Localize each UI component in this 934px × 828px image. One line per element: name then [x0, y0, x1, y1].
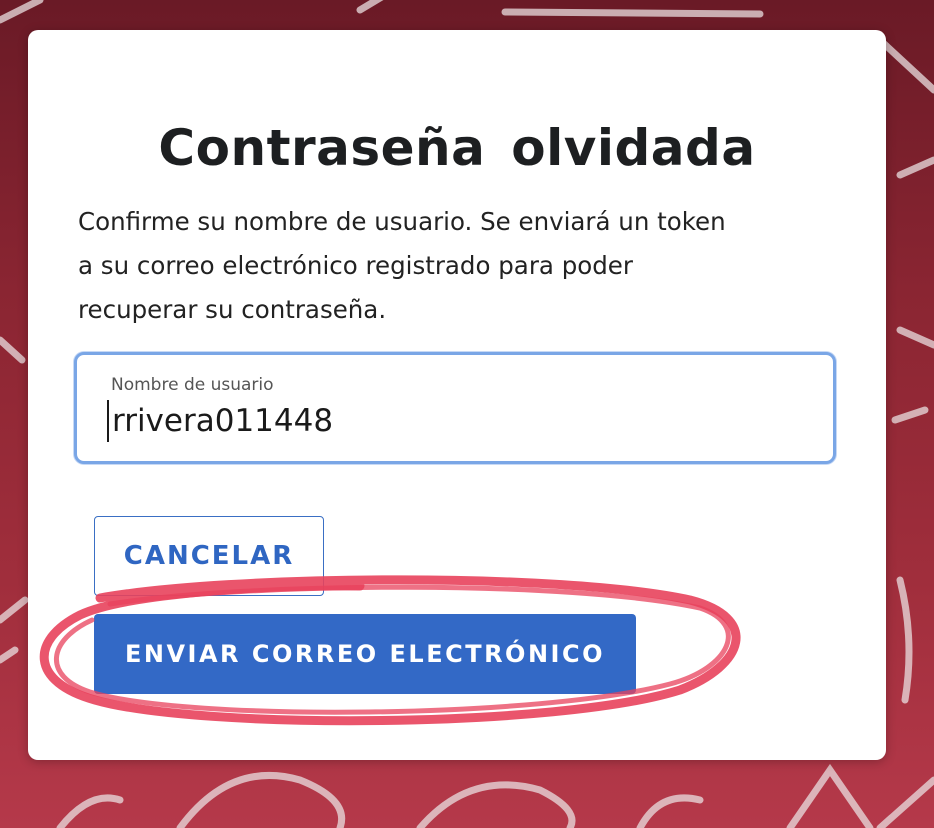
description-line: recuperar su contraseña.	[78, 295, 387, 324]
cancel-button[interactable]: CANCELAR	[94, 516, 324, 596]
dialog-title: Contraseña olvidada	[158, 119, 756, 177]
description-line: a su correo electrónico registrado para …	[78, 251, 633, 280]
forgot-password-dialog: Contraseña olvidada Confirme su nombre d…	[28, 30, 886, 760]
username-field-label: Nombre de usuario	[111, 375, 274, 395]
username-field[interactable]: Nombre de usuario	[74, 352, 836, 464]
send-email-button[interactable]: ENVIAR CORREO ELECTRÓNICO	[94, 614, 636, 694]
description-line: Confirme su nombre de usuario. Se enviar…	[78, 207, 726, 236]
dialog-description: Confirme su nombre de usuario. Se enviar…	[78, 200, 848, 332]
username-input[interactable]	[107, 400, 802, 442]
